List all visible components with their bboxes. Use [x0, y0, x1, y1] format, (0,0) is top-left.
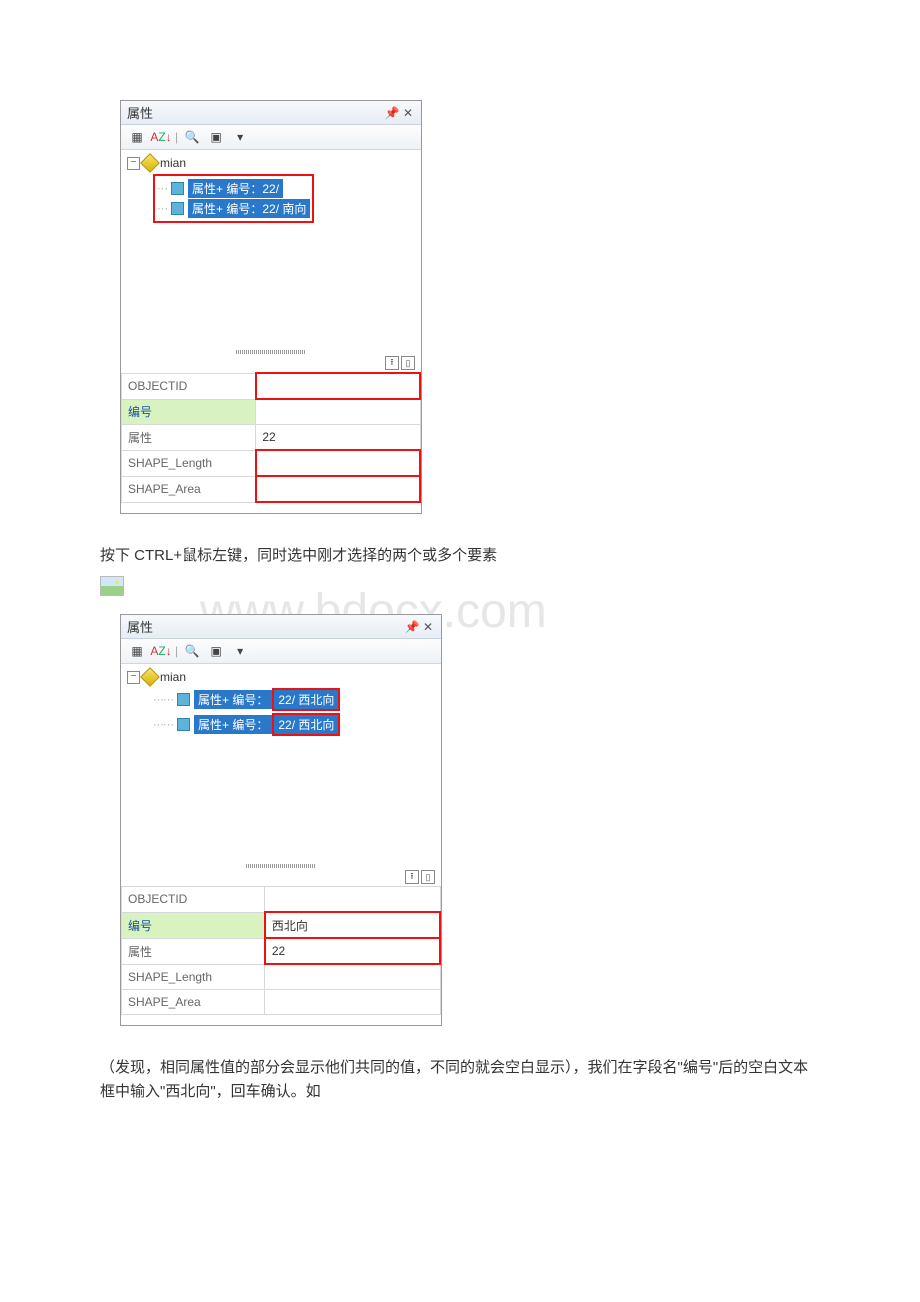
collapse-icon[interactable]: −	[127, 157, 140, 170]
close-icon[interactable]: ✕	[401, 106, 415, 120]
image-placeholder-icon	[100, 576, 124, 596]
separator: |	[175, 130, 178, 144]
panel-title: 属性	[127, 617, 403, 636]
field-name: SHAPE_Area	[122, 476, 256, 502]
field-name: 属性	[122, 425, 256, 451]
tree-item-label-left: 属性+ 编号：	[194, 690, 272, 709]
panel-titlebar[interactable]: 属性 📌 ✕	[121, 101, 421, 125]
field-value[interactable]	[256, 476, 420, 502]
resize-grip[interactable]	[121, 862, 441, 870]
table-row[interactable]: OBJECTID	[122, 887, 441, 913]
tree-item[interactable]: ⋯ 属性+ 编号：22/ 南向	[157, 199, 310, 218]
tree-item-highlight: 22/ 西北向	[272, 688, 340, 711]
pin-icon[interactable]: 📌	[405, 620, 419, 634]
tree-connector: ⋯	[157, 202, 167, 215]
table-row[interactable]: SHAPE_Area	[122, 476, 421, 502]
tree-item-label-right: 22/ 西北向	[274, 715, 338, 734]
field-value[interactable]	[256, 373, 420, 399]
field-value[interactable]	[256, 450, 420, 476]
grid-icon[interactable]: ▦	[127, 642, 147, 660]
field-name: OBJECTID	[122, 887, 265, 913]
selected-items-highlight: ⋯ 属性+ 编号：22/ ⋯ 属性+ 编号：22/ 南向	[153, 174, 314, 223]
field-value[interactable]: 22	[265, 938, 440, 964]
tree-item-label-right: 22/ 西北向	[274, 690, 338, 709]
tree-item[interactable]: ⋯ 属性+ 编号：22/	[157, 179, 310, 198]
select-icon[interactable]: ▣	[206, 642, 226, 660]
tree-item-label: 属性+ 编号：22/ 南向	[188, 199, 310, 218]
table-row[interactable]: SHAPE_Length	[122, 450, 421, 476]
select-icon[interactable]: ▣	[206, 128, 226, 146]
field-name: SHAPE_Area	[122, 990, 265, 1015]
table-row[interactable]: 编号 西北向	[122, 912, 441, 938]
field-name: 编号	[122, 399, 256, 425]
tree-item-label-left: 属性+ 编号：	[194, 715, 272, 734]
tree-view: − mian ⋯ 属性+ 编号：22/ ⋯ 属性+ 编号：22/ 南向	[121, 150, 421, 348]
body-paragraph: （发现，相同属性值的部分会显示他们共同的值，不同的就会空白显示），我们在字段名"…	[100, 1056, 820, 1104]
table-row[interactable]: OBJECTID	[122, 373, 421, 399]
toggle-icon[interactable]: ▯	[421, 870, 435, 884]
collapse-icon[interactable]: −	[127, 671, 140, 684]
zoom-icon[interactable]: 🔍	[182, 642, 202, 660]
grid-icon[interactable]: ▦	[127, 128, 147, 146]
table-row[interactable]: SHAPE_Length	[122, 964, 441, 990]
field-name: SHAPE_Length	[122, 964, 265, 990]
panel-title: 属性	[127, 103, 383, 122]
dropdown-icon[interactable]: ▾	[230, 128, 250, 146]
tree-connector: ⋯	[157, 182, 167, 195]
field-name: 属性	[122, 938, 265, 964]
field-name: OBJECTID	[122, 373, 256, 399]
field-value[interactable]	[265, 964, 440, 990]
toggle-icon[interactable]: ▯	[401, 356, 415, 370]
sort-az-icon[interactable]: AZ↓	[151, 128, 171, 146]
field-name: 编号	[122, 912, 265, 938]
sort-az-icon[interactable]: AZ↓	[151, 642, 171, 660]
layer-icon	[140, 153, 160, 173]
feature-icon	[171, 182, 184, 195]
tree-item-highlight: 22/ 西北向	[272, 713, 340, 736]
field-value[interactable]	[265, 990, 440, 1015]
table-row[interactable]: 属性 22	[122, 938, 441, 964]
attributes-panel-1: 属性 📌 ✕ ▦ AZ↓ | 🔍 ▣ ▾ − mian ⋯	[120, 100, 422, 514]
expand-icon[interactable]: ⭱	[385, 356, 399, 370]
tree-root[interactable]: − mian	[127, 156, 415, 170]
field-value[interactable]	[256, 399, 420, 425]
pin-icon[interactable]: 📌	[385, 106, 399, 120]
grid-buttons: ⭱ ▯	[121, 356, 421, 372]
panel-titlebar[interactable]: 属性 📌 ✕	[121, 615, 441, 639]
panel-toolbar: ▦ AZ↓ | 🔍 ▣ ▾	[121, 639, 441, 664]
tree-item[interactable]: ⋯⋯ 属性+ 编号： 22/ 西北向	[153, 713, 435, 736]
body-paragraph: 按下 CTRL+鼠标左键，同时选中刚才选择的两个或多个要素	[100, 544, 820, 568]
grid-buttons: ⭱ ▯	[121, 870, 441, 886]
table-row[interactable]: SHAPE_Area	[122, 990, 441, 1015]
separator: |	[175, 644, 178, 658]
tree-item[interactable]: ⋯⋯ 属性+ 编号： 22/ 西北向	[153, 688, 435, 711]
property-grid: OBJECTID 编号 属性 22 SHAPE_Length SHAPE_Are…	[121, 372, 421, 503]
root-label: mian	[160, 670, 186, 684]
tree-root[interactable]: − mian	[127, 670, 435, 684]
property-grid: OBJECTID 编号 西北向 属性 22 SHAPE_Length SHAPE…	[121, 886, 441, 1015]
expand-icon[interactable]: ⭱	[405, 870, 419, 884]
root-label: mian	[160, 156, 186, 170]
resize-grip[interactable]	[121, 348, 421, 356]
field-name: SHAPE_Length	[122, 450, 256, 476]
table-row[interactable]: 编号	[122, 399, 421, 425]
tree-connector: ⋯⋯	[153, 693, 173, 706]
close-icon[interactable]: ✕	[421, 620, 435, 634]
tree-view: − mian ⋯⋯ 属性+ 编号： 22/ 西北向 ⋯⋯	[121, 664, 441, 862]
feature-icon	[171, 202, 184, 215]
feature-icon	[177, 693, 190, 706]
feature-icon	[177, 718, 190, 731]
field-value[interactable]: 22	[256, 425, 420, 451]
table-row[interactable]: 属性 22	[122, 425, 421, 451]
panel-toolbar: ▦ AZ↓ | 🔍 ▣ ▾	[121, 125, 421, 150]
zoom-icon[interactable]: 🔍	[182, 128, 202, 146]
attributes-panel-2: 属性 📌 ✕ ▦ AZ↓ | 🔍 ▣ ▾ − mian	[120, 614, 442, 1026]
dropdown-icon[interactable]: ▾	[230, 642, 250, 660]
tree-item-label: 属性+ 编号：22/	[188, 179, 283, 198]
tree-connector: ⋯⋯	[153, 718, 173, 731]
field-value[interactable]: 西北向	[265, 912, 440, 938]
layer-icon	[140, 667, 160, 687]
field-value[interactable]	[265, 887, 440, 913]
